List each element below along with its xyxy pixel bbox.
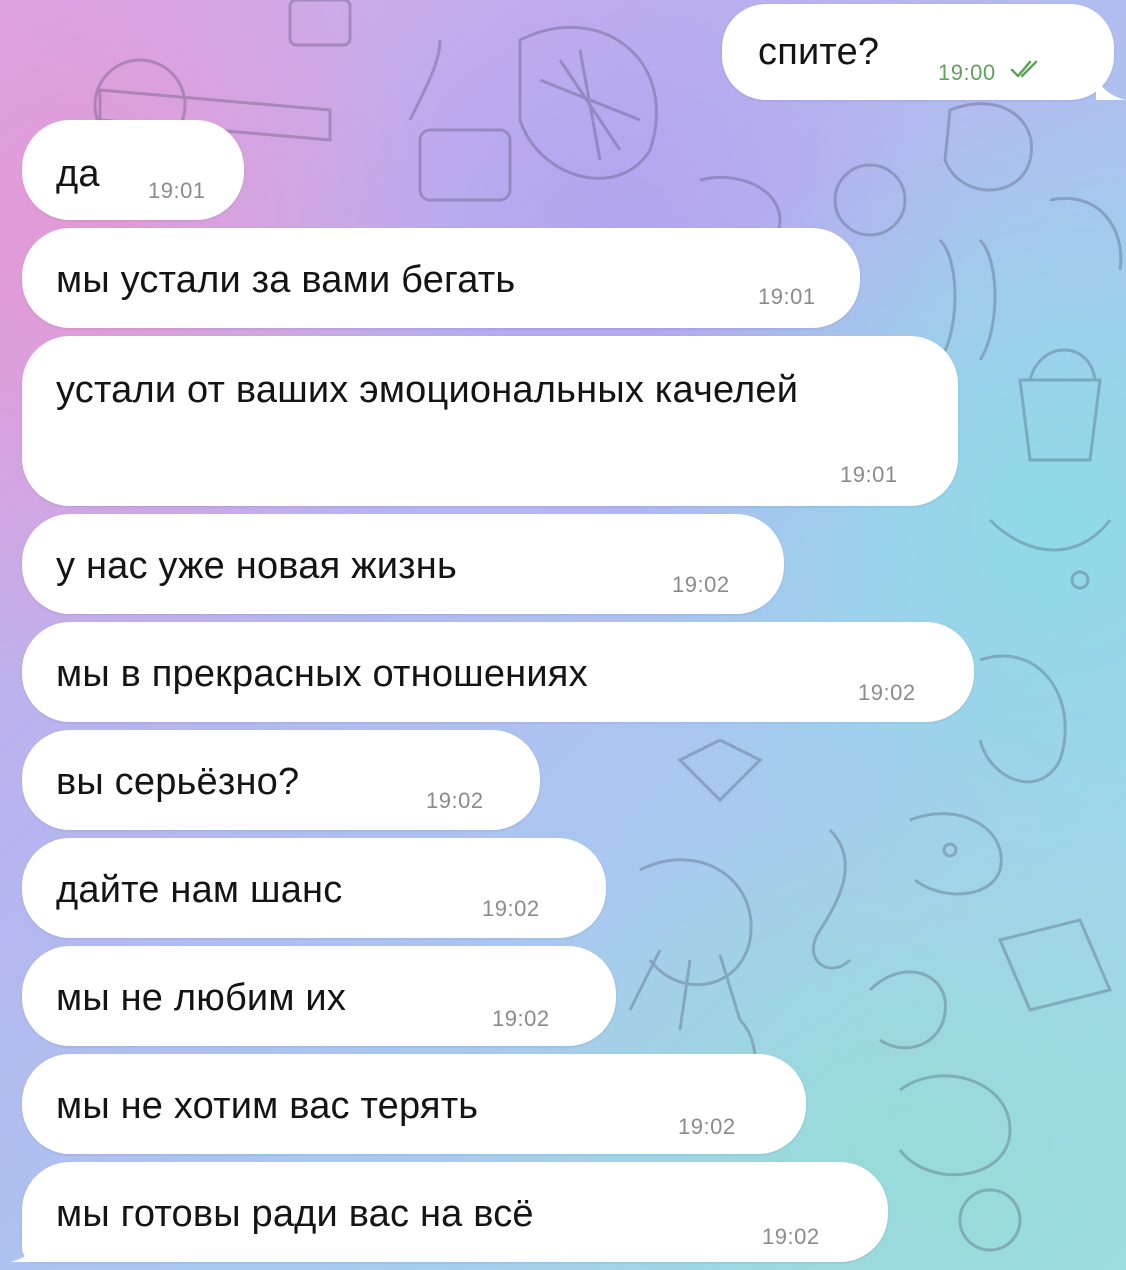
incoming-message[interactable]: дайте нам шанс 19:02 [22,838,606,938]
incoming-message[interactable]: устали от ваших эмоциональных качелей 19… [22,336,958,506]
message-time: 19:02 [762,1224,820,1249]
message-time: 19:02 [858,680,916,705]
message-time: 19:01 [840,462,898,487]
message-text: спите? [758,31,880,73]
message-text: вы серьёзно? [56,761,300,803]
incoming-message[interactable]: мы готовы ради вас на всё 19:02 [10,1162,888,1262]
incoming-message[interactable]: вы серьёзно? 19:02 [22,730,540,830]
message-text: мы готовы ради вас на всё [56,1193,534,1235]
message-time: 19:02 [672,572,730,597]
message-text: да [56,153,100,195]
incoming-message[interactable]: мы в прекрасных отношениях 19:02 [22,622,974,722]
message-text: мы устали за вами бегать [56,259,516,301]
message-time: 19:02 [426,788,484,813]
message-time: 19:01 [758,284,816,309]
message-time: 19:02 [678,1114,736,1139]
message-time: 19:00 [938,60,996,85]
message-text: устали от ваших эмоциональных качелей [56,369,799,411]
message-time: 19:02 [482,896,540,921]
bubble-tail [10,1236,40,1262]
incoming-message[interactable]: у нас уже новая жизнь 19:02 [22,514,784,614]
outgoing-message[interactable]: спите? 19:00 [722,4,1126,100]
message-time: 19:01 [148,178,206,203]
bubble-tail [1096,74,1126,100]
message-text: мы не хотим вас терять [56,1085,479,1127]
message-text: дайте нам шанс [56,869,343,911]
message-text: у нас уже новая жизнь [56,545,457,587]
double-check-icon [1010,60,1038,78]
message-text: мы в прекрасных отношениях [56,653,588,695]
incoming-message[interactable]: мы не любим их 19:02 [22,946,616,1046]
message-time: 19:02 [492,1006,550,1031]
incoming-message[interactable]: мы не хотим вас терять 19:02 [22,1054,806,1154]
incoming-message[interactable]: да 19:01 [22,120,244,220]
incoming-message[interactable]: мы устали за вами бегать 19:01 [22,228,860,328]
message-text: мы не любим их [56,977,347,1019]
